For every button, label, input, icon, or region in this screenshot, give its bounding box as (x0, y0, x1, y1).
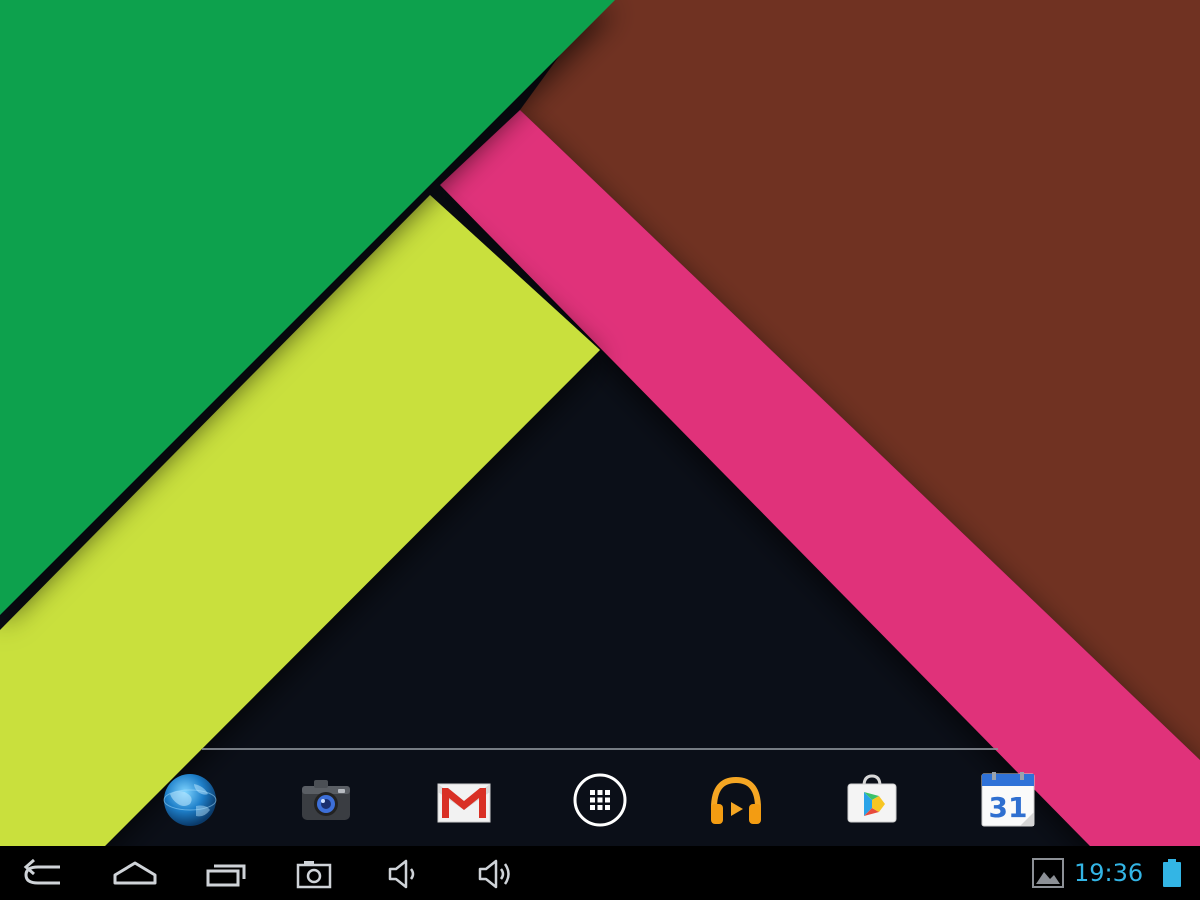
svg-text:31: 31 (989, 791, 1028, 824)
system-navigation-bar: 19:36 (0, 846, 1200, 900)
battery-icon (1160, 858, 1184, 888)
back-button[interactable] (16, 853, 76, 893)
dock-app-play-music[interactable] (706, 770, 766, 830)
dock-divider (202, 748, 998, 750)
volume-down-icon (388, 859, 415, 889)
dock-app-calendar[interactable]: 31 (978, 770, 1038, 830)
screenshot-icon (296, 861, 332, 889)
gallery-notification-icon[interactable] (1032, 858, 1064, 888)
dock-app-gmail[interactable] (434, 770, 494, 830)
recent-apps-button[interactable] (196, 853, 256, 893)
gmail-icon (437, 783, 491, 823)
volume-down-button[interactable] (374, 853, 434, 893)
dock-app-drawer[interactable] (570, 770, 630, 830)
volume-up-icon (478, 859, 510, 889)
dock-app-play-store[interactable] (842, 770, 902, 830)
dock-app-browser[interactable] (160, 770, 220, 830)
headphones-icon (711, 776, 761, 824)
wallpaper (0, 0, 1200, 846)
recent-apps-icon (206, 864, 246, 887)
home-screen: 31 19:36 (0, 0, 1200, 900)
volume-up-button[interactable] (464, 853, 524, 893)
back-icon (23, 858, 60, 885)
home-icon (113, 861, 157, 885)
dock-app-camera[interactable] (296, 770, 356, 830)
status-clock[interactable]: 19:36 (1074, 859, 1143, 887)
app-drawer-icon (573, 773, 627, 827)
play-store-icon (847, 774, 897, 823)
home-button[interactable] (105, 853, 165, 893)
globe-icon (163, 774, 217, 826)
screenshot-button[interactable] (284, 853, 344, 893)
camera-icon (302, 780, 350, 820)
calendar-icon: 31 (981, 772, 1035, 827)
